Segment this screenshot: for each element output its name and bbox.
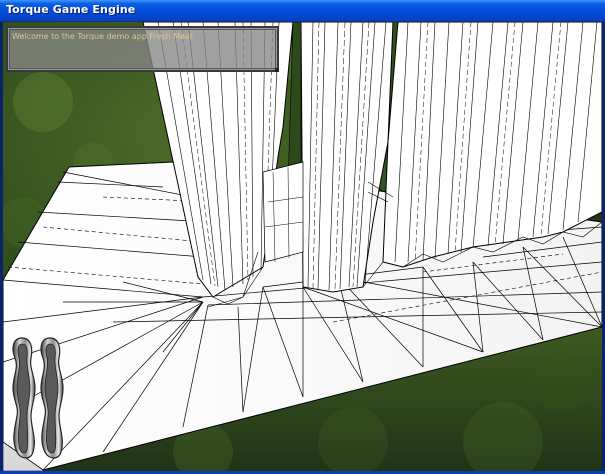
inner-opening [262, 161, 304, 263]
game-viewport[interactable]: Welcome to the Torque demo app Fresh Mea… [3, 22, 602, 471]
game-window: Torque Game Engine Welcome to the Torque… [0, 0, 605, 474]
3d-scene [3, 22, 602, 471]
chat-message: Welcome to the Torque demo app Fresh Mea… [12, 32, 194, 41]
health-energy-gauges [12, 337, 64, 459]
window-title: Torque Game Engine [6, 3, 136, 16]
chat-resize-handle[interactable] [275, 68, 279, 72]
health-gauge-icon [12, 337, 36, 459]
chat-hud: Welcome to the Torque demo app Fresh Mea… [6, 26, 279, 72]
title-bar[interactable]: Torque Game Engine [0, 0, 605, 22]
energy-gauge-icon [40, 337, 64, 459]
